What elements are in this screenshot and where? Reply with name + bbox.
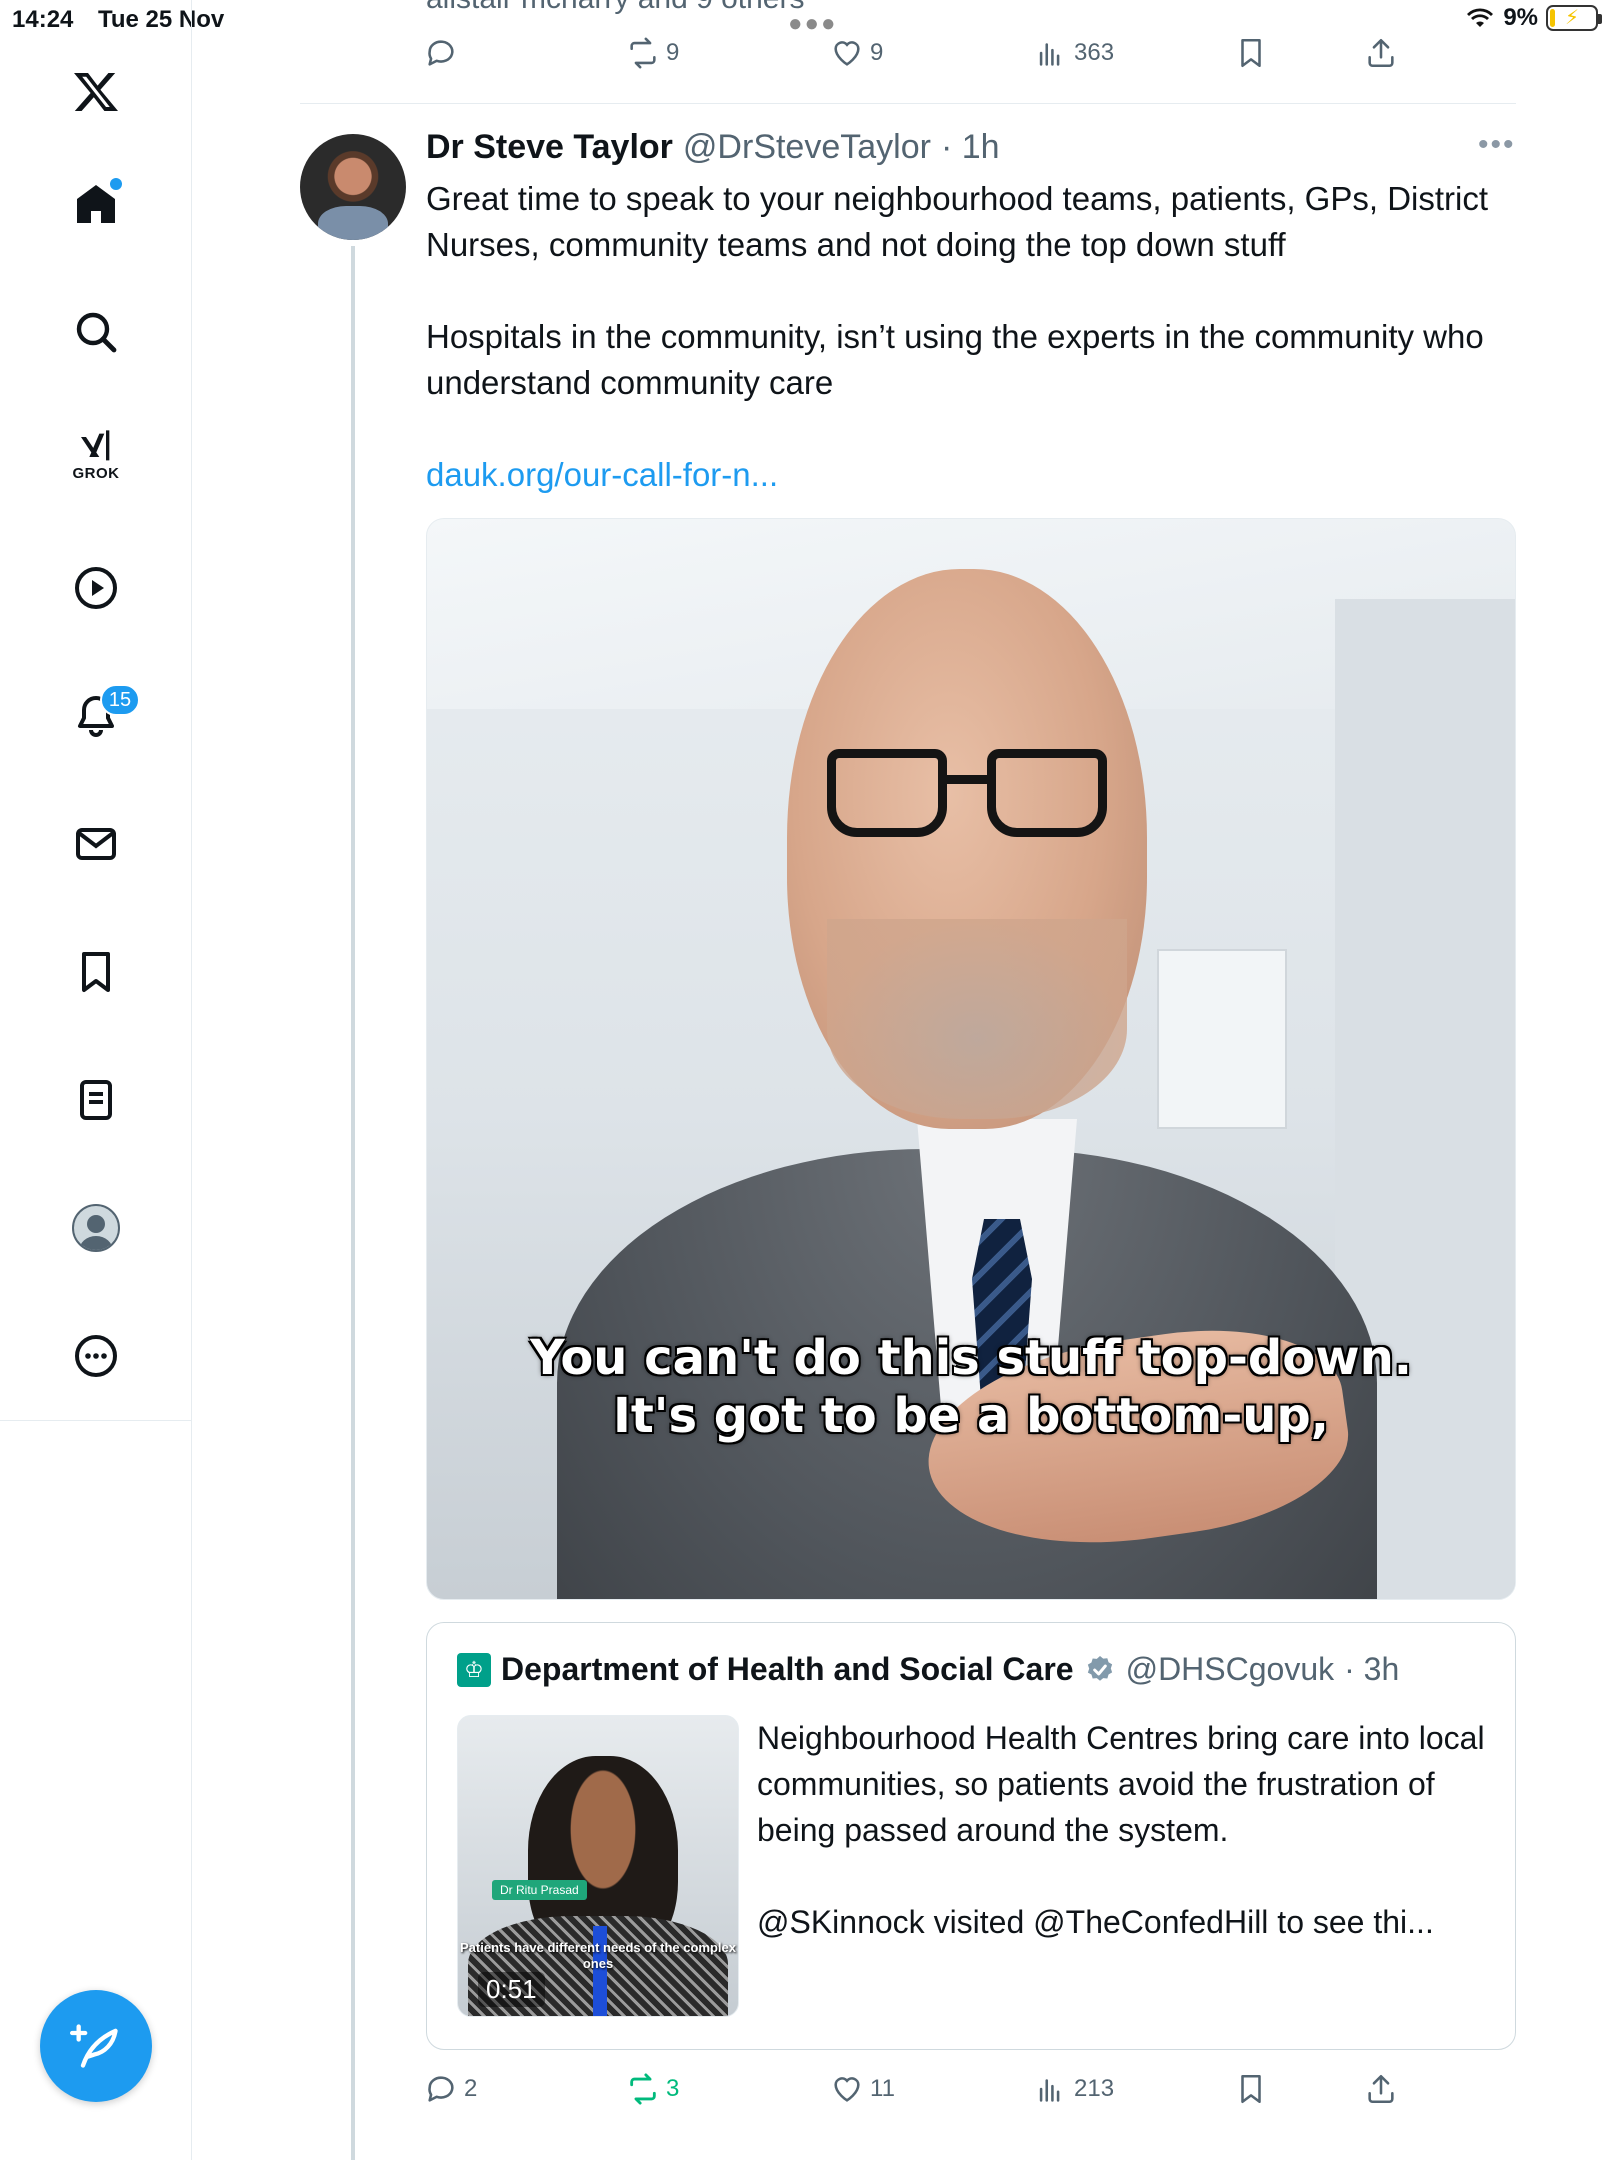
lists-icon[interactable]	[62, 1066, 130, 1134]
tweet-time[interactable]: · 1h	[941, 128, 1000, 167]
tweet-divider	[300, 103, 1516, 104]
quoted-author-handle[interactable]: @DHSCgovuk	[1126, 1651, 1335, 1688]
bookmark-button[interactable]	[1234, 2072, 1268, 2106]
repost-icon	[630, 2073, 656, 2105]
home-unread-dot	[110, 178, 122, 190]
video-caption-line-2: It's got to be a bottom-up,	[612, 1388, 1330, 1444]
views-chart-icon	[1039, 43, 1060, 66]
views-count-prev: 363	[1074, 39, 1115, 66]
heart-icon	[834, 2077, 860, 2102]
thread-line	[351, 246, 355, 2160]
heart-icon	[834, 41, 860, 66]
sidebar-divider	[0, 1420, 192, 1421]
repost-button[interactable]: 3	[626, 2072, 679, 2106]
tweet-header: Dr Steve Taylor @DrSteveTaylor · 1h	[426, 128, 1000, 167]
quoted-author-name[interactable]: Department of Health and Social Care	[501, 1651, 1074, 1688]
quoted-tweet-header: ♔ Department of Health and Social Care @…	[457, 1651, 1399, 1688]
bookmark-button-prev[interactable]	[1234, 36, 1268, 70]
video-caption: You can't do this stuff top-down. It's g…	[427, 1329, 1515, 1445]
views-chart-icon	[1039, 2079, 1060, 2102]
reply-button[interactable]: 2	[424, 2072, 477, 2106]
reply-icon	[428, 2076, 454, 2102]
bookmark-icon	[1241, 38, 1261, 68]
reply-icon	[428, 40, 454, 66]
views-button[interactable]: 213	[1034, 2072, 1114, 2106]
bookmarks-icon[interactable]	[62, 938, 130, 1006]
profile-avatar-icon[interactable]	[62, 1194, 130, 1262]
share-icon	[1368, 2074, 1394, 2104]
video-duration: 0:51	[478, 1972, 545, 2007]
quoted-tweet[interactable]: ♔ Department of Health and Social Care @…	[426, 1622, 1516, 2050]
reply-button-prev[interactable]	[424, 36, 458, 70]
home-icon[interactable]	[62, 170, 130, 238]
reply-count: 2	[464, 2075, 478, 2102]
notifications-count-badge: 15	[100, 684, 140, 716]
status-right: 9% ⚡	[1465, 4, 1602, 32]
repost-button-prev[interactable]: 9	[626, 36, 679, 70]
grok-icon[interactable]: GROK	[62, 420, 130, 488]
feather-plus-icon	[70, 2024, 118, 2068]
like-count-prev: 9	[870, 39, 884, 66]
views-button-prev[interactable]: 363	[1034, 36, 1114, 70]
messages-envelope-icon[interactable]	[62, 810, 130, 878]
author-avatar[interactable]	[300, 134, 406, 240]
verified-badge-icon	[1087, 1655, 1112, 1681]
video-caption-line-1: You can't do this stuff top-down.	[529, 1330, 1413, 1386]
crown-logo-icon: ♔	[457, 1652, 491, 1687]
quoted-paragraph-2: @SKinnock visited @TheConfedHill to see …	[757, 1904, 1434, 1940]
video-play-icon[interactable]	[62, 554, 130, 622]
repost-icon	[630, 37, 656, 69]
previous-tweet-liked-by: alistair mcharry and 9 others	[426, 0, 805, 16]
repost-count-prev: 9	[666, 39, 680, 66]
quoted-video-thumbnail[interactable]: Dr Ritu Prasad Patients have different n…	[457, 1715, 739, 2017]
x-logo-icon[interactable]	[62, 58, 130, 126]
share-icon	[1368, 38, 1394, 68]
sidebar: GROK 15	[0, 0, 192, 2160]
quoted-tweet-text: Neighbourhood Health Centres bring care …	[757, 1715, 1487, 1991]
share-button[interactable]	[1364, 2072, 1398, 2106]
quoted-tweet-time: · 3h	[1344, 1651, 1400, 1687]
tweet-more-icon[interactable]: •••	[1478, 128, 1516, 162]
battery-icon: ⚡	[1546, 5, 1602, 31]
bookmark-icon	[1241, 2074, 1261, 2104]
quoted-paragraph-1: Neighbourhood Health Centres bring care …	[757, 1720, 1485, 1848]
thumbnail-subtitle: Patients have different needs of the com…	[460, 1940, 736, 1971]
author-handle[interactable]: @DrSteveTaylor	[683, 128, 931, 167]
grok-label: GROK	[72, 464, 120, 482]
more-options-icon[interactable]	[62, 1322, 130, 1390]
views-count: 213	[1074, 2075, 1115, 2102]
tweet-paragraph-2: Hospitals in the community, isn’t using …	[426, 318, 1484, 401]
like-button-prev[interactable]: 9	[830, 36, 883, 70]
like-count: 11	[870, 2075, 895, 2102]
like-button[interactable]: 11	[830, 2072, 895, 2106]
compose-post-button[interactable]	[40, 1990, 152, 2102]
author-name[interactable]: Dr Steve Taylor	[426, 128, 673, 167]
battery-percent: 9%	[1503, 4, 1538, 31]
tweet-link[interactable]: dauk.org/our-call-for-n...	[426, 456, 778, 493]
repost-count: 3	[666, 2075, 680, 2102]
tweet-video[interactable]: You can't do this stuff top-down. It's g…	[426, 518, 1516, 1600]
notifications-bell-icon[interactable]: 15	[62, 682, 140, 750]
search-icon[interactable]	[62, 298, 130, 366]
wifi-icon	[1467, 8, 1494, 27]
share-button-prev[interactable]	[1364, 36, 1398, 70]
thumbnail-nametag: Dr Ritu Prasad	[492, 1880, 587, 1900]
tweet-paragraph-1: Great time to speak to your neighbourhoo…	[426, 180, 1489, 263]
tweet-body: Great time to speak to your neighbourhoo…	[426, 176, 1516, 544]
